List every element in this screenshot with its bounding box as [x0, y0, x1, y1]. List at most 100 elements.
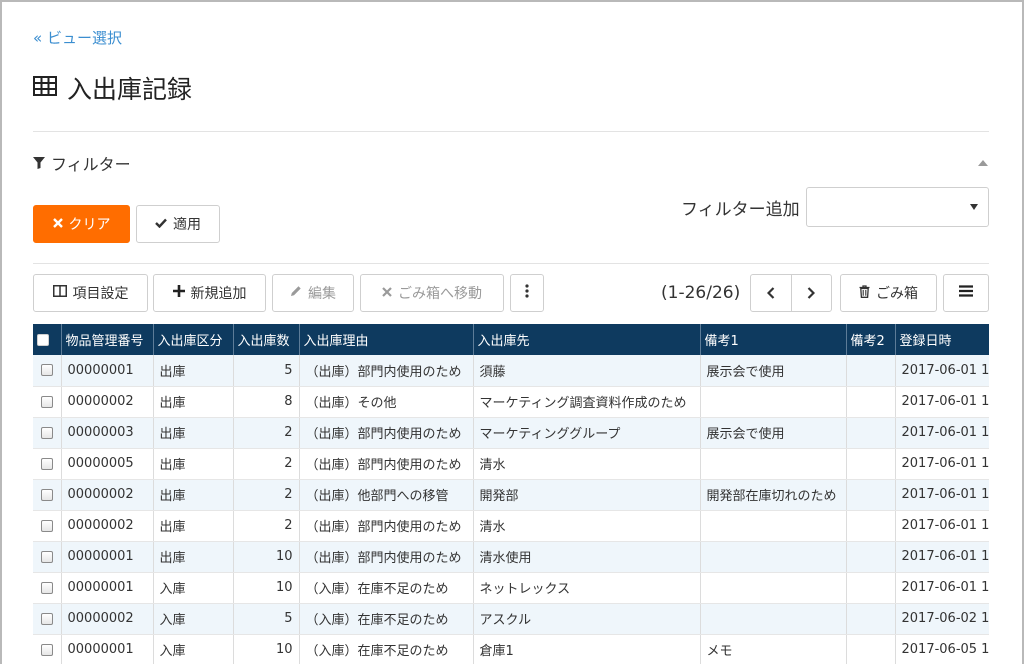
- row-checkbox[interactable]: [33, 634, 62, 664]
- table-cell: 10: [233, 541, 300, 573]
- records-table: 物品管理番号 入出庫区分 入出庫数 入出庫理由 入出庫先 備考1 備考2 登録日…: [33, 324, 989, 664]
- filter-add-label: フィルター追加: [681, 200, 800, 220]
- table-cell: 2017-06-05 1: [895, 634, 989, 664]
- row-checkbox[interactable]: [33, 417, 62, 449]
- page-title: 入出庫記録: [33, 70, 192, 106]
- trash-icon: [859, 284, 870, 302]
- table-cell: 入庫: [153, 634, 234, 664]
- table-cell: 開発部在庫切れのため: [700, 479, 847, 511]
- table-cell: 出庫: [153, 417, 234, 449]
- table-cell: （出庫）部門内使用のため: [299, 355, 474, 387]
- table-cell: （出庫）部門内使用のため: [299, 417, 474, 449]
- table-cell: 00000001: [61, 572, 154, 604]
- table-cell: （出庫）部門内使用のため: [299, 510, 474, 542]
- back-to-view-select-link[interactable]: « ビュー選択: [33, 27, 122, 48]
- row-checkbox[interactable]: [33, 479, 62, 511]
- more-actions-button[interactable]: [510, 274, 544, 312]
- column-header[interactable]: 入出庫数: [233, 324, 300, 355]
- table-row[interactable]: 00000002 出庫 2 （出庫）他部門への移管 開発部 開発部在庫切れのため 2017-…: [33, 479, 989, 511]
- table-row[interactable]: 00000002 出庫 8 （出庫）その他 マーケティング調査資料作成のため 2017-0…: [33, 386, 989, 418]
- table-cell: [846, 386, 896, 418]
- table-cell: [846, 634, 896, 664]
- table-cell: 00000002: [61, 386, 154, 418]
- row-checkbox[interactable]: [33, 510, 62, 542]
- filter-toggle[interactable]: フィルター: [33, 152, 131, 174]
- table-cell: 2: [233, 417, 300, 449]
- column-header[interactable]: 入出庫先: [473, 324, 701, 355]
- row-checkbox[interactable]: [33, 572, 62, 604]
- row-checkbox[interactable]: [33, 355, 62, 387]
- table-cell: [846, 479, 896, 511]
- table-cell: 須藤: [473, 355, 701, 387]
- column-header[interactable]: 備考2: [846, 324, 896, 355]
- new-record-button[interactable]: 新規追加: [153, 274, 266, 312]
- table-row[interactable]: 00000002 出庫 2 （出庫）部門内使用のため 清水 2017-06-01 1: [33, 510, 989, 542]
- divider: [33, 131, 989, 132]
- table-cell: 2017-06-01 1: [895, 541, 989, 573]
- table-cell: （入庫）在庫不足のため: [299, 603, 474, 635]
- table-cell: [846, 417, 896, 449]
- apply-filter-button[interactable]: 適用: [136, 205, 220, 243]
- table-cell: 出庫: [153, 448, 234, 480]
- edit-label: 編集: [308, 286, 336, 302]
- columns-icon: [52, 285, 67, 301]
- check-icon: [155, 216, 167, 232]
- x-icon: [382, 285, 392, 301]
- column-header[interactable]: 入出庫理由: [299, 324, 474, 355]
- column-header[interactable]: 備考1: [700, 324, 847, 355]
- filter-add-select[interactable]: [806, 187, 989, 227]
- edit-button[interactable]: 編集: [272, 274, 354, 312]
- table-cell: [846, 448, 896, 480]
- table-cell: 8: [233, 386, 300, 418]
- trash-button[interactable]: ごみ箱: [840, 274, 937, 312]
- table-cell: マーケティンググループ: [473, 417, 701, 449]
- move-to-trash-label: ごみ箱へ移動: [398, 286, 482, 302]
- menu-button[interactable]: [943, 274, 989, 312]
- table-cell: 00000001: [61, 355, 154, 387]
- table-cell: 5: [233, 603, 300, 635]
- select-all-checkbox[interactable]: [33, 324, 62, 355]
- table-cell: 00000002: [61, 479, 154, 511]
- table-cell: 清水使用: [473, 541, 701, 573]
- x-icon: [52, 216, 63, 232]
- table-cell: （入庫）在庫不足のため: [299, 572, 474, 604]
- column-header[interactable]: 登録日時: [895, 324, 989, 355]
- row-checkbox[interactable]: [33, 603, 62, 635]
- column-header[interactable]: 入出庫区分: [153, 324, 234, 355]
- table-cell: 10: [233, 634, 300, 664]
- column-header[interactable]: 物品管理番号: [61, 324, 154, 355]
- table-row[interactable]: 00000002 入庫 5 （入庫）在庫不足のため アスクル 2017-06-02 1: [33, 603, 989, 635]
- funnel-icon: [33, 154, 45, 173]
- table-cell: 開発部: [473, 479, 701, 511]
- plus-icon: [172, 285, 185, 301]
- prev-page-button[interactable]: [751, 275, 791, 311]
- move-to-trash-button[interactable]: ごみ箱へ移動: [360, 274, 504, 312]
- filter-header-label: フィルター: [51, 155, 131, 174]
- table-cell: （入庫）在庫不足のため: [299, 634, 474, 664]
- table-cell: 清水: [473, 448, 701, 480]
- table-row[interactable]: 00000001 出庫 5 （出庫）部門内使用のため 須藤 展示会で使用 2017-06-0…: [33, 355, 989, 387]
- table-cell: [846, 355, 896, 387]
- column-settings-button[interactable]: 項目設定: [33, 274, 148, 312]
- table-cell: [846, 510, 896, 542]
- row-checkbox[interactable]: [33, 541, 62, 573]
- table-row[interactable]: 00000001 入庫 10 （入庫）在庫不足のため 倉庫1 メモ 2017-06-05 1: [33, 634, 989, 664]
- table-row[interactable]: 00000001 出庫 10 （出庫）部門内使用のため 清水使用 2017-06-01 1: [33, 541, 989, 573]
- table-row[interactable]: 00000001 入庫 10 （入庫）在庫不足のため ネットレックス 2017-06-01…: [33, 572, 989, 604]
- table-row[interactable]: 00000003 出庫 2 （出庫）部門内使用のため マーケティンググループ 展示会で使用…: [33, 417, 989, 449]
- table-cell: 00000001: [61, 541, 154, 573]
- row-checkbox[interactable]: [33, 386, 62, 418]
- clear-filter-button[interactable]: クリア: [33, 205, 130, 243]
- records-grid: 物品管理番号 入出庫区分 入出庫数 入出庫理由 入出庫先 備考1 備考2 登録日…: [33, 324, 989, 664]
- table-cell: [700, 386, 847, 418]
- table-cell: 入庫: [153, 603, 234, 635]
- row-checkbox[interactable]: [33, 448, 62, 480]
- table-cell: メモ: [700, 634, 847, 664]
- next-page-button[interactable]: [790, 275, 832, 311]
- table-row[interactable]: 00000005 出庫 2 （出庫）部門内使用のため 清水 2017-06-01 1: [33, 448, 989, 480]
- collapse-caret-icon[interactable]: [978, 160, 988, 166]
- table-cell: （出庫）その他: [299, 386, 474, 418]
- table-cell: 00000005: [61, 448, 154, 480]
- table-cell: 00000002: [61, 603, 154, 635]
- table-cell: 出庫: [153, 541, 234, 573]
